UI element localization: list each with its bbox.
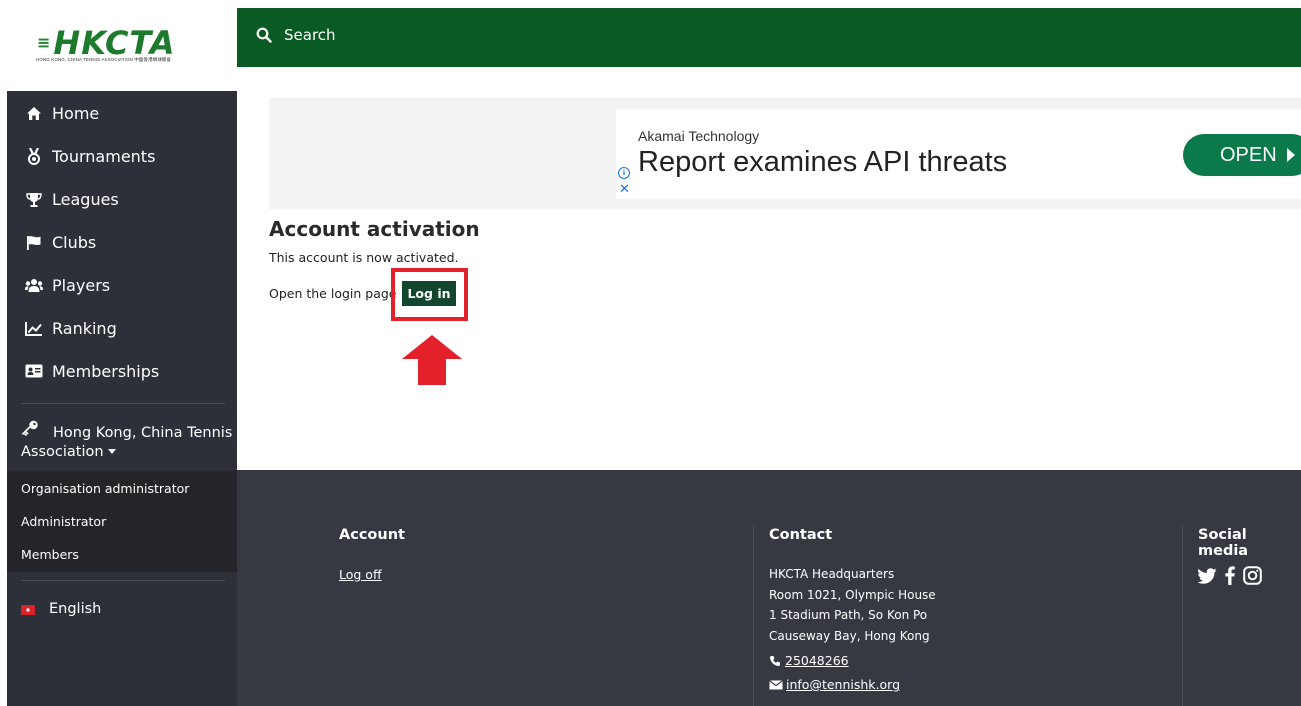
sidebar-item-home[interactable]: Home [7,93,237,133]
instagram-icon[interactable] [1243,566,1262,585]
sidebar-item-players[interactable]: Players [7,265,237,305]
sidebar-divider [21,403,225,404]
hk-flag-icon [21,605,35,615]
admin-menu: Organisation administrator Administrator… [7,471,237,572]
home-icon [25,104,43,122]
address-line: 1 Stadium Path, So Kon Po [769,608,928,622]
sidebar-divider [21,580,225,581]
id-card-icon [25,362,43,380]
sidebar-item-label: Players [52,275,111,295]
email-link[interactable]: info@tennishk.org [786,677,900,692]
twitter-icon[interactable] [1198,567,1217,584]
ad-info-icon[interactable]: i [618,167,630,179]
phone-link[interactable]: 25048266 [785,653,849,668]
footer: Account Log off Contact HKCTA Headquarte… [237,470,1301,706]
address-line: Causeway Bay, Hong Kong [769,628,930,643]
up-arrow-annotation-icon [402,335,462,385]
footer-divider [1182,525,1183,706]
play-arrow-icon [1286,148,1295,162]
sidebar-item-ranking[interactable]: Ranking [7,308,237,348]
footer-account-title: Account [339,527,405,543]
sidebar-item-leagues[interactable]: Leagues [7,179,237,219]
login-button[interactable]: Log in [402,281,456,306]
sidebar-item-label: Clubs [52,232,97,252]
top-search-bar[interactable]: Search [237,8,1301,67]
admin-item-organisation-administrator[interactable]: Organisation administrator [21,481,189,496]
logoff-link[interactable]: Log off [339,567,382,582]
ad-headline[interactable]: Report examines API threats [638,146,1007,179]
logo[interactable]: ≡HKCTA HONG KONG, CHINA TENNIS ASSOCIATI… [7,0,237,68]
line-chart-icon [25,319,43,337]
sidebar: Home Tournaments Leagues Clubs Players R… [7,91,237,706]
trophy-icon [25,190,43,208]
ad-brand: Akamai Technology [638,128,760,144]
language-label: English [49,601,102,617]
page-root: ≡HKCTA HONG KONG, CHINA TENNIS ASSOCIATI… [0,0,1301,706]
admin-item-members[interactable]: Members [21,547,79,562]
footer-divider [753,525,754,706]
medal-icon [25,147,43,165]
sidebar-item-clubs[interactable]: Clubs [7,222,237,262]
search-label[interactable]: Search [284,26,336,44]
search-icon [256,27,272,43]
sidebar-item-label: Leagues [52,189,119,209]
sidebar-item-label: Memberships [52,361,160,381]
contact-phone: 25048266 [769,653,849,668]
ad-card[interactable]: Akamai Technology Report examines API th… [616,109,1301,199]
ad-banner: Akamai Technology Report examines API th… [269,98,1301,209]
users-icon [25,276,43,294]
envelope-icon [769,679,783,689]
ad-open-button[interactable]: OPEN [1183,134,1301,176]
admin-item-administrator[interactable]: Administrator [21,514,106,529]
address-line: HKCTA Headquarters [769,567,895,581]
contact-address: HKCTA Headquarters Room 1021, Olympic Ho… [769,564,936,646]
logo-wordmark: ≡HKCTA [37,24,176,62]
sidebar-item-label: Tournaments [52,146,156,166]
phone-icon [770,655,780,666]
footer-social-title: Social media [1198,527,1249,559]
facebook-icon[interactable] [1225,566,1235,585]
sidebar-item-label: Home [52,103,100,123]
sidebar-item-tournaments[interactable]: Tournaments [7,136,237,176]
sidebar-item-label: Ranking [52,318,117,338]
language-selector[interactable]: English [7,600,237,622]
page-title: Account activation [269,217,480,241]
footer-contact-title: Contact [769,527,833,543]
organisation-name: Hong Kong, China Tennis Association [21,425,233,460]
contact-email: info@tennishk.org [769,677,900,692]
caret-down-icon [107,449,116,454]
social-icons [1198,566,1262,585]
address-line: Room 1021, Olympic House [769,587,936,602]
ad-close-icon[interactable]: ✕ [619,182,630,195]
ad-open-label: OPEN [1220,143,1277,166]
login-prompt: Open the login page [269,286,397,301]
activation-message: This account is now activated. [269,250,459,265]
organisation-selector[interactable]: Hong Kong, China Tennis Association [7,418,237,468]
logo-subtitle: HONG KONG, CHINA TENNIS ASSOCIATION 中國香港… [36,57,171,62]
sidebar-item-memberships[interactable]: Memberships [7,351,237,391]
left-edge [0,0,7,706]
flag-icon [25,233,43,251]
